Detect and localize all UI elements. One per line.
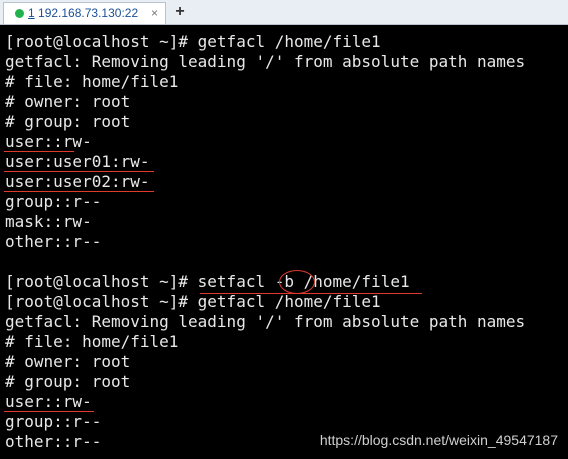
terminal-line: user:user02:rw- bbox=[5, 172, 150, 191]
annotation-underline bbox=[4, 151, 74, 152]
terminal-line: user:user01:rw- bbox=[5, 152, 150, 171]
terminal-line: # file: home/file1 bbox=[5, 72, 179, 91]
tab-title: 192.168.73.130:22 bbox=[38, 6, 139, 20]
terminal-line: other::r-- bbox=[5, 432, 102, 451]
tab-bar: 1 192.168.73.130:22 × + bbox=[0, 0, 568, 25]
terminal-line: [root@localhost ~]# getfacl /home/file1 bbox=[5, 32, 381, 51]
terminal-line: group::r-- bbox=[5, 192, 102, 211]
watermark: https://blog.csdn.net/weixin_49547187 bbox=[319, 432, 558, 448]
connection-status-icon bbox=[15, 9, 24, 18]
add-tab-button[interactable]: + bbox=[170, 2, 190, 22]
annotation-underline bbox=[200, 293, 422, 294]
terminal-line: [root@localhost ~]# getfacl /home/file1 bbox=[5, 292, 381, 311]
annotation-underline bbox=[4, 411, 94, 412]
annotation-circle bbox=[279, 270, 315, 294]
terminal-line: getfacl: Removing leading '/' from absol… bbox=[5, 312, 526, 331]
close-icon[interactable]: × bbox=[151, 6, 158, 20]
annotation-underline bbox=[4, 191, 154, 192]
terminal-line: user::rw- bbox=[5, 132, 92, 151]
terminal-line: # file: home/file1 bbox=[5, 332, 179, 351]
terminal-line: # group: root bbox=[5, 112, 131, 131]
terminal-line: # owner: root bbox=[5, 92, 131, 111]
terminal-output[interactable]: [root@localhost ~]# getfacl /home/file1 … bbox=[0, 25, 568, 459]
terminal-line: [root@localhost ~]# setfacl -b /home/fil… bbox=[5, 272, 410, 291]
terminal-line: getfacl: Removing leading '/' from absol… bbox=[5, 52, 526, 71]
terminal-line: user::rw- bbox=[5, 392, 92, 411]
terminal-line: # owner: root bbox=[5, 352, 131, 371]
session-tab[interactable]: 1 192.168.73.130:22 × bbox=[3, 2, 166, 24]
terminal-line: other::r-- bbox=[5, 232, 102, 251]
annotation-underline bbox=[4, 171, 154, 172]
terminal-line: group::r-- bbox=[5, 412, 102, 431]
terminal-line: mask::rw- bbox=[5, 212, 92, 231]
tab-label: 1 192.168.73.130:22 bbox=[28, 6, 138, 20]
terminal-line: # group: root bbox=[5, 372, 131, 391]
tab-number: 1 bbox=[28, 6, 35, 20]
